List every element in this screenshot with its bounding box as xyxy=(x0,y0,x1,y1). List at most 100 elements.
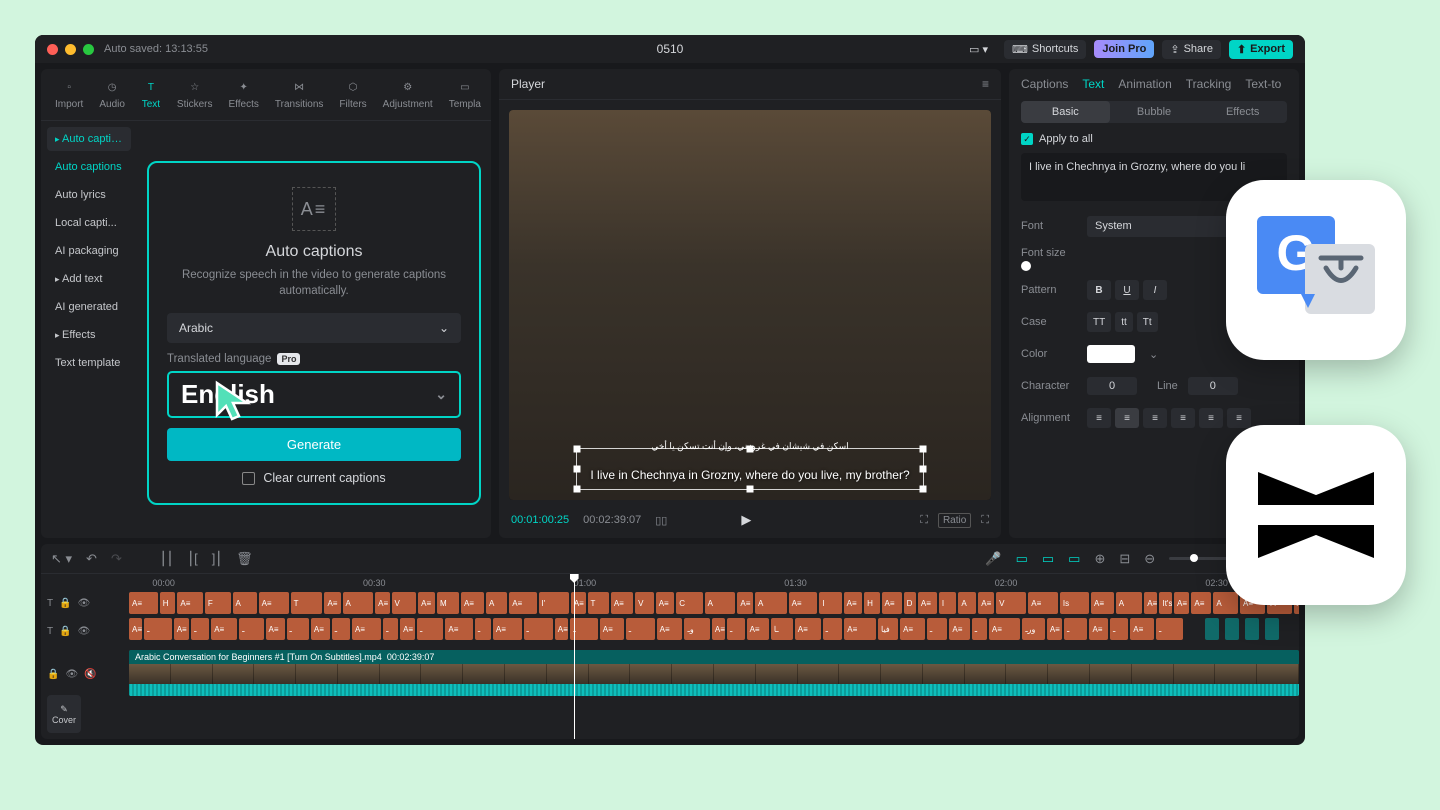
cover-button[interactable]: ✎Cover xyxy=(47,695,81,733)
bold-button[interactable]: B xyxy=(1087,280,1111,300)
scale-icon[interactable]: ⛶ xyxy=(920,514,928,527)
caption-clip[interactable]: A≡ xyxy=(400,618,415,640)
track-snap-icon[interactable]: ⊟ xyxy=(1119,551,1130,567)
tab-templates[interactable]: ▭Templa xyxy=(443,75,487,112)
minimize-window-button[interactable] xyxy=(65,44,76,55)
caption-clip[interactable]: A≡ xyxy=(918,592,937,614)
caption-clip[interactable]: ـ xyxy=(475,618,491,640)
case-lower-button[interactable]: tt xyxy=(1115,312,1133,332)
tab-adjustment[interactable]: ⚙Adjustment xyxy=(377,75,439,112)
caption-clip[interactable]: A≡ xyxy=(445,618,473,640)
caption-clip[interactable]: H xyxy=(864,592,879,614)
sidebar-item-auto-lyrics[interactable]: Auto lyrics xyxy=(47,183,131,207)
sidebar-item-auto-captions[interactable]: Auto captions xyxy=(47,155,131,179)
source-language-select[interactable]: Arabic⌄ xyxy=(167,313,461,343)
caption-clip[interactable]: A≡ xyxy=(177,592,202,614)
caption-clip[interactable]: ـ xyxy=(144,618,172,640)
video-preview[interactable]: اسكن في شيشان في غروزني، وإن أنت تسكن يا… xyxy=(509,110,991,500)
chevron-down-icon[interactable]: ⌄ xyxy=(1149,348,1158,361)
tab-tracking[interactable]: Tracking xyxy=(1186,77,1232,91)
character-spacing-input[interactable]: 0 xyxy=(1087,377,1137,395)
caption-clip[interactable]: F xyxy=(205,592,231,614)
caption-clip[interactable]: A≡ xyxy=(493,618,522,640)
sidebar-item-text-template[interactable]: Text template xyxy=(47,351,131,375)
fullscreen-icon[interactable]: ⛶ xyxy=(981,514,989,527)
caption-clip[interactable]: ـ xyxy=(727,618,745,640)
tab-captions-inspector[interactable]: Captions xyxy=(1021,77,1068,91)
lock-icon[interactable]: 🔒 xyxy=(59,626,71,637)
caption-clip[interactable]: I xyxy=(819,592,841,614)
zoom-out-icon[interactable]: ⊖ xyxy=(1144,551,1155,567)
caption-clip[interactable]: A≡ xyxy=(795,618,821,640)
caption-clip[interactable]: A≡ xyxy=(211,618,237,640)
delete-icon[interactable]: 🗑 xyxy=(236,551,253,567)
play-button[interactable]: ▶ xyxy=(741,512,751,528)
caption-clip[interactable]: A≡ xyxy=(712,618,725,640)
caption-clip[interactable]: ـ xyxy=(1110,618,1128,640)
caption-clip[interactable]: A≡ xyxy=(418,592,435,614)
shortcuts-button[interactable]: ⌨ Shortcuts xyxy=(1004,40,1086,59)
sidebar-item-ai-packaging[interactable]: AI packaging xyxy=(47,239,131,263)
caption-clip[interactable]: T xyxy=(588,592,609,614)
video-track[interactable]: Arabic Conversation for Beginners #1 [Tu… xyxy=(129,650,1299,696)
sidebar-item-ai-generated[interactable]: AI generated xyxy=(47,295,131,319)
mute-icon[interactable]: 🔇 xyxy=(84,669,96,680)
ratio-button[interactable]: Ratio xyxy=(938,513,971,528)
caption-clip[interactable]: I' xyxy=(539,592,569,614)
caption-clip[interactable]: T xyxy=(291,592,323,614)
caption-clip[interactable]: A≡ xyxy=(129,618,142,640)
caption-clip[interactable]: ـ xyxy=(287,618,309,640)
subtab-effects[interactable]: Effects xyxy=(1198,101,1287,123)
caption-clip[interactable]: ـ xyxy=(383,618,398,640)
caption-clip[interactable]: V xyxy=(392,592,417,614)
sidebar-item-effects[interactable]: Effects xyxy=(47,323,131,347)
caption-clip[interactable]: A≡ xyxy=(555,618,569,640)
caption-clip[interactable]: A xyxy=(1116,592,1142,614)
caption-clip[interactable]: ورـ xyxy=(1022,618,1044,640)
caption-clip[interactable]: A≡ xyxy=(1191,592,1211,614)
caption-clip[interactable]: ـ xyxy=(524,618,553,640)
caption-clip[interactable]: V xyxy=(635,592,654,614)
caption-clip[interactable]: A≡ xyxy=(978,592,994,614)
caption-clip[interactable]: A≡ xyxy=(844,618,876,640)
caption-clip[interactable]: A≡ xyxy=(611,592,633,614)
tab-filters[interactable]: ⬡Filters xyxy=(333,75,372,112)
caption-clip[interactable]: ـ xyxy=(823,618,843,640)
caption-clip[interactable]: A≡ xyxy=(509,592,536,614)
caption-clip[interactable]: A≡ xyxy=(461,592,484,614)
split-left-icon[interactable]: ⎮[ xyxy=(187,551,197,567)
caption-clip[interactable]: A≡ xyxy=(1089,618,1108,640)
maximize-window-button[interactable] xyxy=(83,44,94,55)
caption-clip[interactable]: A≡ xyxy=(737,592,753,614)
lock-icon[interactable]: 🔒 xyxy=(59,598,71,609)
track-align-icon[interactable]: ⊕ xyxy=(1094,551,1105,567)
caption-clip[interactable]: A≡ xyxy=(1130,618,1154,640)
split-right-icon[interactable]: ]⎮ xyxy=(212,551,222,567)
share-button[interactable]: ⇪ Share xyxy=(1162,40,1221,59)
checkbox-icon[interactable] xyxy=(242,472,255,485)
case-title-button[interactable]: Tt xyxy=(1137,312,1158,332)
caption-clip[interactable]: A≡ xyxy=(259,592,289,614)
caption-clip[interactable]: A≡ xyxy=(1047,618,1062,640)
caption-clip[interactable]: A xyxy=(705,592,736,614)
undo-icon[interactable]: ↶ xyxy=(86,551,97,567)
lock-icon[interactable]: 🔒 xyxy=(47,669,59,680)
layout-icon[interactable]: ▭ ▾ xyxy=(961,40,996,59)
subtitle-selection-box[interactable] xyxy=(576,448,923,490)
caption-clip[interactable]: A≡ xyxy=(266,618,285,640)
align-top-button[interactable]: ≡ xyxy=(1171,408,1195,428)
apply-all-checkbox[interactable]: ✓ xyxy=(1021,133,1033,145)
caption-clip[interactable]: A≡ xyxy=(1174,592,1189,614)
caption-clip[interactable]: A≡ xyxy=(129,592,158,614)
sidebar-item-auto-captions-group[interactable]: Auto captions xyxy=(47,127,131,151)
caption-clip[interactable]: A≡ xyxy=(1028,592,1058,614)
caption-clip[interactable]: A≡ xyxy=(352,618,381,640)
caption-clip[interactable]: ـا xyxy=(771,618,793,640)
caption-clip[interactable]: A≡ xyxy=(949,618,969,640)
tab-audio[interactable]: ◷Audio xyxy=(93,75,131,112)
caption-clip[interactable]: ـ xyxy=(417,618,443,640)
tab-effects[interactable]: ✦Effects xyxy=(222,75,264,112)
magnet-preview-icon[interactable]: ▭ xyxy=(1068,551,1080,567)
caption-clip[interactable]: ـ xyxy=(239,618,263,640)
caption-clip[interactable]: فيا xyxy=(878,618,898,640)
